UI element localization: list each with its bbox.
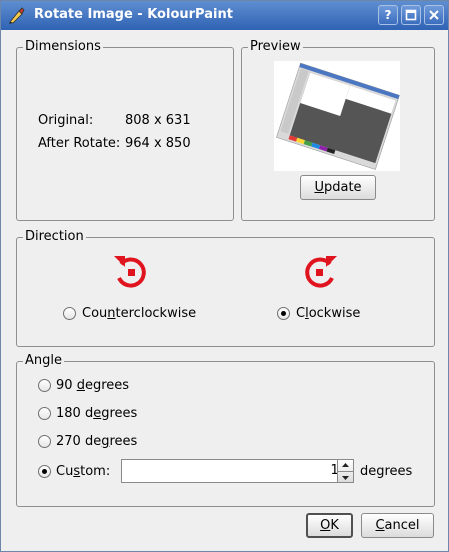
ok-button[interactable]: OK xyxy=(306,513,353,538)
update-button[interactable]: Update xyxy=(300,175,376,200)
maximize-button[interactable] xyxy=(401,5,421,25)
ccw-label-post: terclockwise xyxy=(115,306,197,321)
title-bar[interactable]: Rotate Image - KolourPaint ? xyxy=(1,1,448,30)
direction-group: Direction Counterclockwise Clockwise xyxy=(16,229,435,347)
help-icon: ? xyxy=(384,8,392,22)
after-rotate-value: 964 x 850 xyxy=(125,136,191,151)
custom-label-post: tom: xyxy=(80,464,111,479)
window-title: Rotate Image - KolourPaint xyxy=(34,7,233,22)
angle-group-title: Angle xyxy=(23,353,64,369)
angle-180-radio[interactable] xyxy=(38,407,51,420)
preview-thumbnail xyxy=(274,61,400,171)
preview-group-title: Preview xyxy=(248,39,303,55)
spin-down-icon xyxy=(342,476,349,480)
ok-label-accel: O xyxy=(320,518,331,533)
angle-custom-radio[interactable] xyxy=(38,465,51,478)
update-label-post: pdate xyxy=(323,180,362,195)
custom-angle-unit: degrees xyxy=(360,464,413,479)
angle-group: Angle 90 degrees 180 degrees 270 degrees… xyxy=(16,353,435,507)
spinbox-buttons xyxy=(337,459,354,483)
counterclockwise-label[interactable]: Counterclockwise xyxy=(82,306,196,321)
spin-down-button[interactable] xyxy=(338,472,353,482)
angle-180-label-pre: 180 d xyxy=(56,406,94,421)
close-icon xyxy=(429,10,439,20)
angle-90-label-post: egrees xyxy=(84,378,130,393)
close-button[interactable] xyxy=(424,5,444,25)
angle-180-label[interactable]: 180 degrees xyxy=(56,406,137,421)
cancel-button[interactable]: Cancel xyxy=(361,513,434,538)
angle-custom-label[interactable]: Custom: xyxy=(56,464,110,479)
after-rotate-label: After Rotate: xyxy=(38,136,121,151)
ccw-label-pre: Cou xyxy=(82,306,108,321)
direction-group-title: Direction xyxy=(23,229,86,245)
spin-up-button[interactable] xyxy=(338,460,353,472)
angle-270-label-pre: 270 de xyxy=(56,434,102,449)
angle-270-label-post: rees xyxy=(109,434,138,449)
angle-90-label-accel: d xyxy=(76,378,85,393)
dimensions-group-title: Dimensions xyxy=(23,39,103,55)
angle-90-label-pre: 90 xyxy=(56,378,77,393)
custom-angle-spinbox[interactable]: 18 xyxy=(121,459,354,483)
rotate-image-dialog: Rotate Image - KolourPaint ? Dimensions … xyxy=(0,0,449,552)
ccw-label-accel: n xyxy=(107,306,116,321)
counterclockwise-radio[interactable] xyxy=(63,307,76,320)
spin-up-icon xyxy=(342,463,349,467)
clockwise-label[interactable]: Clockwise xyxy=(296,306,360,321)
counterclockwise-arrow-icon xyxy=(114,256,146,288)
cw-label-pre: C xyxy=(296,306,306,321)
original-value: 808 x 631 xyxy=(125,113,191,128)
cw-label-post: ockwise xyxy=(308,306,361,321)
clockwise-arrow-icon xyxy=(305,256,337,288)
help-button[interactable]: ? xyxy=(378,5,398,25)
kolourpaint-app-icon xyxy=(9,7,25,24)
clockwise-radio[interactable] xyxy=(277,307,290,320)
original-label: Original: xyxy=(38,113,94,128)
preview-group: Preview Update xyxy=(241,39,435,221)
cancel-label-post: ancel xyxy=(384,518,420,533)
cancel-label-accel: C xyxy=(375,518,385,533)
angle-180-label-post: grees xyxy=(101,406,138,421)
ok-label-post: K xyxy=(330,518,339,533)
update-label-accel: U xyxy=(314,180,324,195)
angle-270-label[interactable]: 270 degrees xyxy=(56,434,137,449)
custom-label-pre: Cu xyxy=(56,464,74,479)
maximize-icon xyxy=(405,9,417,21)
angle-180-label-accel: e xyxy=(93,406,102,421)
angle-90-label[interactable]: 90 degrees xyxy=(56,378,129,393)
angle-270-radio[interactable] xyxy=(38,435,51,448)
dimensions-group: Dimensions Original: 808 x 631 After Rot… xyxy=(16,39,234,221)
angle-90-radio[interactable] xyxy=(38,379,51,392)
